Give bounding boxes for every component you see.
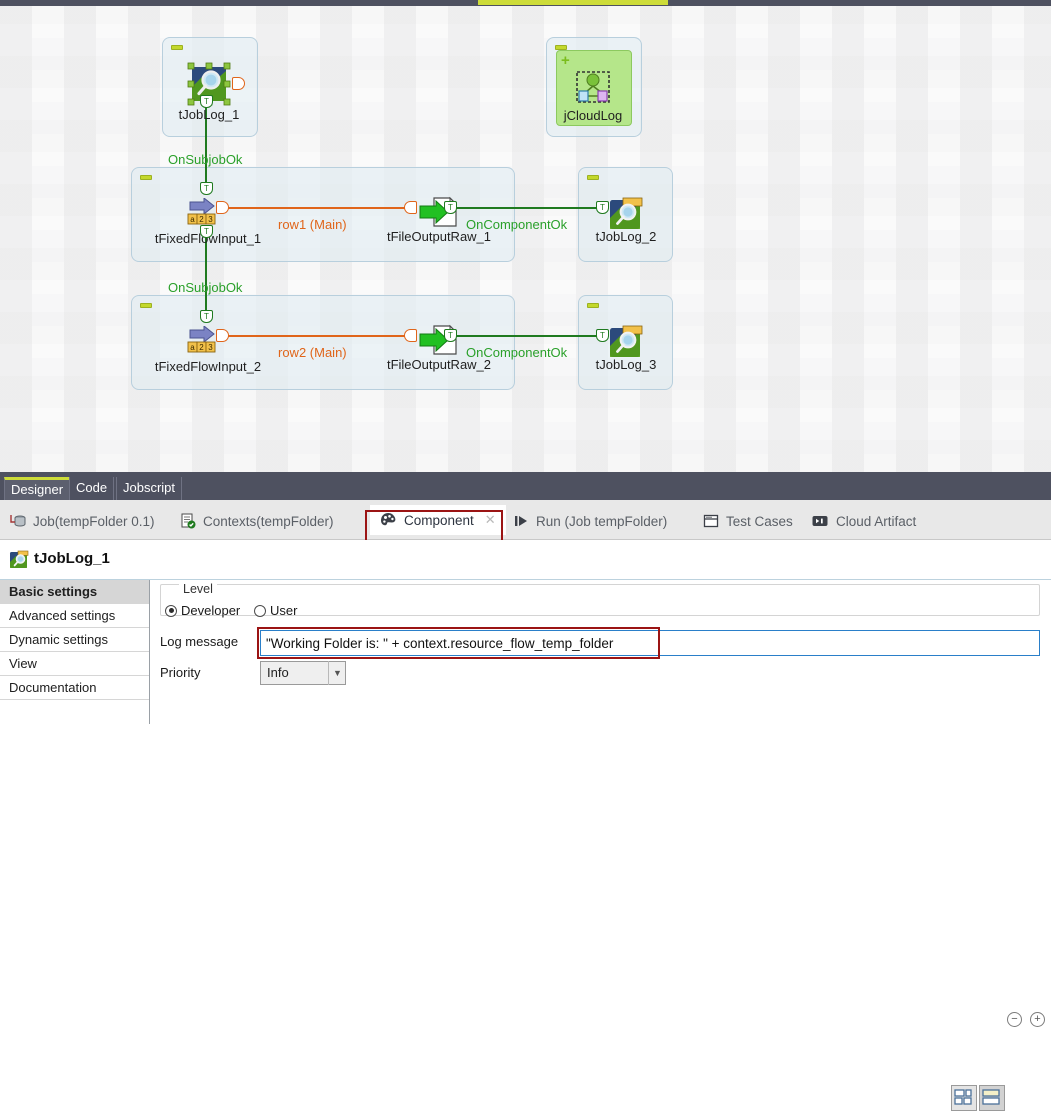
sidebar-item-view[interactable]: View <box>0 652 149 676</box>
grid-layout-icon <box>952 1086 974 1108</box>
subjob-collapse-icon[interactable] <box>171 45 183 50</box>
tab-label: Test Cases <box>726 514 793 529</box>
node-label: tFixedFlowInput_2 <box>155 359 261 374</box>
node-tjoblog-2[interactable]: tJobLog_2 <box>607 196 645 232</box>
node-label: tJobLog_1 <box>179 107 240 122</box>
component-view-header: tJobLog_1 <box>0 540 1051 580</box>
editor-active-tab-indicator <box>478 0 668 5</box>
settings-sidebar: Basic settings Advanced settings Dynamic… <box>0 580 150 724</box>
svg-text:a: a <box>190 215 195 224</box>
level-legend: Level <box>179 582 217 596</box>
zoom-in-button[interactable]: + <box>1030 1012 1045 1027</box>
node-label: jCloudLog <box>564 108 623 123</box>
sidebar-item-documentation[interactable]: Documentation <box>0 676 149 700</box>
link-label-onsubjobok-1: OnSubjobOk <box>168 152 242 167</box>
palette-icon <box>380 512 397 529</box>
radio-user[interactable]: User <box>254 603 297 618</box>
node-jcloudlog[interactable]: jCloudLog <box>571 66 615 110</box>
link-label-onsubjobok-2: OnSubjobOk <box>168 280 242 295</box>
port-row2-out[interactable] <box>216 329 229 342</box>
tab-test-cases[interactable]: Test Cases <box>703 508 793 534</box>
radio-user-label: User <box>270 603 297 618</box>
node-label: tFileOutputRaw_1 <box>387 229 491 244</box>
tab-job[interactable]: Job(tempFolder 0.1) <box>10 508 155 534</box>
stacked-layout-button[interactable] <box>979 1085 1005 1111</box>
cloud-icon <box>812 514 829 528</box>
subjob-collapse-icon[interactable] <box>140 175 152 180</box>
tab-cloud-artifact[interactable]: Cloud Artifact <box>812 508 916 534</box>
testcases-icon <box>703 513 719 529</box>
component-title: tJobLog_1 <box>34 550 110 567</box>
contexts-icon <box>180 513 196 529</box>
log-message-input[interactable] <box>260 630 1040 656</box>
tab-label: Job(tempFolder 0.1) <box>33 514 155 529</box>
tab-component[interactable]: Component ✕ <box>370 505 506 535</box>
sidebar-item-advanced-settings[interactable]: Advanced settings <box>0 604 149 628</box>
port-oncomponentok-out-1[interactable]: T <box>444 201 457 214</box>
port-out-trigger-ffi1[interactable]: T <box>200 225 213 238</box>
job-design-canvas[interactable]: OnSubjobOk row1 (Main) OnComponentOk OnS… <box>0 6 1051 472</box>
svg-text:a: a <box>190 343 195 352</box>
radio-developer[interactable]: Developer <box>165 603 240 618</box>
joblog-icon <box>607 324 645 360</box>
grid-layout-button[interactable] <box>951 1085 977 1111</box>
port-row2-in[interactable] <box>404 329 417 342</box>
sidebar-item-basic-settings[interactable]: Basic settings <box>0 580 149 604</box>
radio-developer-indicator[interactable] <box>165 605 177 617</box>
log-message-label: Log message <box>160 634 238 649</box>
tab-label: Cloud Artifact <box>836 514 916 529</box>
port-oncomponentok-out-2[interactable]: T <box>444 329 457 342</box>
link-row2[interactable] <box>228 335 413 337</box>
view-tab-bar: Job(tempFolder 0.1) Contexts(tempFolder)… <box>0 500 1051 540</box>
port-oncomponentok-in-2[interactable]: T <box>596 329 609 342</box>
tab-code[interactable]: Code <box>69 477 114 500</box>
subjob-collapse-icon[interactable] <box>140 303 152 308</box>
node-label: tJobLog_2 <box>596 229 657 244</box>
zoom-out-button[interactable]: − <box>1007 1012 1022 1027</box>
port-oncomponentok-in-1[interactable]: T <box>596 201 609 214</box>
svg-text:3: 3 <box>208 215 213 224</box>
cloudlog-icon <box>571 66 615 110</box>
tab-label: Run (Job tempFolder) <box>536 514 667 529</box>
tab-label: Contexts(tempFolder) <box>203 514 334 529</box>
svg-text:3: 3 <box>208 343 213 352</box>
tab-designer[interactable]: Designer <box>4 477 70 500</box>
chevron-down-icon[interactable]: ▼ <box>328 661 346 685</box>
priority-label: Priority <box>160 665 200 680</box>
radio-developer-label: Developer <box>181 603 240 618</box>
plus-icon: + <box>561 55 570 67</box>
tab-jobscript[interactable]: Jobscript <box>116 477 182 500</box>
tab-label: Component <box>404 513 474 528</box>
link-oncomponentok-1[interactable] <box>456 207 604 209</box>
port-onsubjobok-out-1[interactable]: T <box>200 95 213 108</box>
link-oncomponentok-2[interactable] <box>456 335 604 337</box>
svg-text:2: 2 <box>199 215 204 224</box>
designer-tab-bar: Designer Code Jobscript <box>0 472 1051 500</box>
port-row1-in[interactable] <box>404 201 417 214</box>
radio-user-indicator[interactable] <box>254 605 266 617</box>
stacked-layout-icon <box>980 1086 1002 1108</box>
node-tjoblog-3[interactable]: tJobLog_3 <box>607 324 645 360</box>
job-icon <box>10 513 26 529</box>
link-label-row2: row2 (Main) <box>278 345 347 360</box>
port-row1-out[interactable] <box>216 201 229 214</box>
port-trigger-tjoblog1[interactable] <box>232 77 245 90</box>
subjob-collapse-icon[interactable] <box>587 303 599 308</box>
link-row1[interactable] <box>228 207 413 209</box>
joblog-icon <box>607 196 645 232</box>
port-in-trigger-ffi2[interactable]: T <box>200 310 213 323</box>
joblog-icon <box>9 550 29 570</box>
svg-text:2: 2 <box>199 343 204 352</box>
tab-contexts[interactable]: Contexts(tempFolder) <box>180 508 334 534</box>
node-label: tJobLog_3 <box>596 357 657 372</box>
port-in-trigger-ffi1[interactable]: T <box>200 182 213 195</box>
close-icon[interactable]: ✕ <box>485 512 496 528</box>
tab-run[interactable]: Run (Job tempFolder) <box>513 508 667 534</box>
sidebar-item-dynamic-settings[interactable]: Dynamic settings <box>0 628 149 652</box>
link-label-row1: row1 (Main) <box>278 217 347 232</box>
run-icon <box>513 513 529 529</box>
subjob-collapse-icon[interactable] <box>587 175 599 180</box>
basic-settings-panel: Level Developer User Log message Priorit… <box>150 580 1051 724</box>
node-label: tFileOutputRaw_2 <box>387 357 491 372</box>
